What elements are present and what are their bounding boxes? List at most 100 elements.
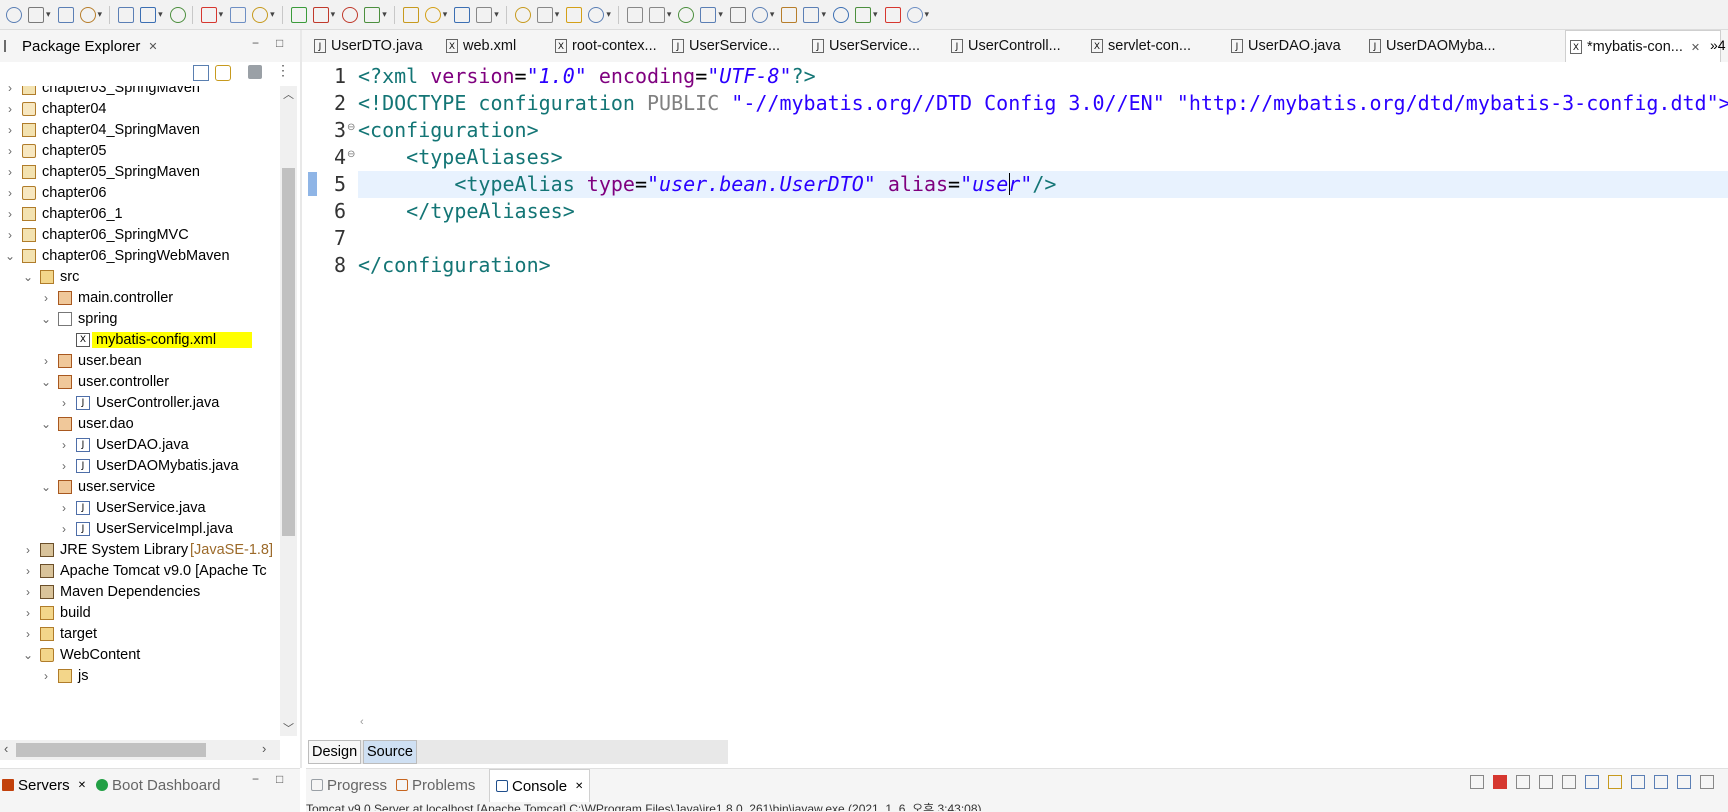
chevron-down-icon[interactable]: ▾ [667, 9, 672, 20]
expand-chevron-icon[interactable]: ⌄ [4, 249, 16, 263]
tree-item[interactable]: › chapter06 [0, 181, 278, 204]
collapse-chevron-icon[interactable]: › [4, 207, 16, 221]
tree-horizontal-scroll-thumb[interactable] [16, 743, 206, 757]
chevron-down-icon[interactable]: ▾ [270, 9, 275, 20]
scroll-up-icon[interactable]: ︿ [283, 86, 294, 102]
chevron-down-icon[interactable]: ▾ [718, 9, 723, 20]
toolbar-icon[interactable] [28, 6, 44, 23]
expand-chevron-icon[interactable]: ⌄ [40, 375, 52, 389]
toolbar-icon[interactable] [140, 6, 157, 23]
scroll-down-icon[interactable]: ﹀ [283, 720, 294, 736]
collapse-chevron-icon[interactable]: › [22, 564, 34, 578]
view-tab[interactable]: Progress [311, 769, 387, 801]
toolbar-icon[interactable] [402, 6, 419, 23]
toolbar-icon[interactable] [454, 6, 471, 23]
tree-item[interactable]: › J UserController.java [0, 391, 278, 414]
editor-tab[interactable]: Xroot-contex... [551, 30, 685, 62]
toolbar-icon[interactable] [588, 6, 605, 23]
tree-item[interactable]: › J UserDAOMybatis.java [0, 454, 278, 477]
toolbar-icon[interactable] [342, 6, 359, 23]
tree-item[interactable]: › J UserService.java [0, 496, 278, 519]
tree-item[interactable]: ⌄ user.service [0, 475, 278, 498]
editor-tab[interactable]: J UserControll... [947, 30, 1081, 62]
code-line-5[interactable]: <typeAlias type="user.bean.UserDTO" alia… [358, 172, 1056, 196]
collapse-chevron-icon[interactable]: › [4, 228, 16, 242]
console-toolbar-icon[interactable] [1585, 775, 1599, 789]
console-toolbar-icon[interactable] [1677, 775, 1691, 789]
tree-item[interactable]: Xmybatis-config.xml [0, 328, 278, 351]
minimize-icon[interactable]: − [252, 36, 259, 50]
maximize-icon[interactable]: □ [276, 36, 283, 50]
code-line-6[interactable]: </typeAliases> [358, 199, 575, 223]
toolbar-icon[interactable] [200, 6, 217, 23]
close-icon[interactable]: ✕ [78, 780, 86, 791]
view-tab[interactable]: Problems [396, 769, 475, 801]
tree-item[interactable]: ⌄ WebContent [0, 643, 278, 666]
tree-item[interactable]: › JRE System Library [JavaSE-1.8] [0, 538, 278, 561]
chevron-down-icon[interactable]: ▾ [494, 9, 499, 20]
collapse-chevron-icon[interactable]: › [4, 186, 16, 200]
console-toolbar-icon[interactable] [1608, 775, 1622, 789]
toolbar-icon[interactable] [729, 6, 746, 23]
tree-item[interactable]: › chapter06_1 [0, 202, 278, 225]
toolbar-icon[interactable] [700, 6, 717, 23]
filters-icon[interactable] [248, 65, 262, 79]
code-line-2[interactable]: <!DOCTYPE configuration PUBLIC "-//mybat… [358, 91, 1728, 115]
scroll-right-icon[interactable]: › [262, 741, 266, 756]
design-tab[interactable]: Design [308, 740, 362, 764]
console-toolbar-icon[interactable] [1700, 775, 1714, 789]
editor-tab[interactable]: Xservlet-con... [1087, 30, 1221, 62]
tree-item[interactable]: › J UserServiceImpl.java [0, 517, 278, 540]
tree-item[interactable]: ⌄ user.dao [0, 412, 278, 435]
toolbar-icon[interactable] [751, 6, 768, 23]
console-toolbar-icon[interactable] [1470, 775, 1484, 789]
collapse-chevron-icon[interactable]: › [4, 123, 16, 137]
collapse-all-icon[interactable] [193, 65, 209, 81]
collapse-chevron-icon[interactable]: › [4, 102, 16, 116]
expand-chevron-icon[interactable]: ⌄ [22, 648, 34, 662]
collapse-chevron-icon[interactable]: › [22, 606, 34, 620]
console-toolbar-icon[interactable] [1539, 775, 1553, 789]
tree-item[interactable]: ⌄ spring [0, 307, 278, 330]
editor-tab[interactable]: J UserDTO.java [310, 30, 444, 62]
console-toolbar-icon[interactable] [1562, 775, 1576, 789]
collapse-chevron-icon[interactable]: › [58, 438, 70, 452]
toolbar-icon[interactable] [290, 6, 307, 23]
toolbar-icon[interactable] [169, 6, 186, 23]
collapse-chevron-icon[interactable]: › [4, 165, 16, 179]
tree-item[interactable]: › chapter05_SpringMaven [0, 160, 278, 183]
toolbar-icon[interactable] [781, 6, 798, 23]
code-line-4[interactable]: <typeAliases> [358, 145, 563, 169]
editor-overflow-chevron[interactable]: »4 [1710, 37, 1726, 53]
source-tab[interactable]: Source [363, 740, 417, 764]
tree-item[interactable]: › chapter04 [0, 97, 278, 120]
toolbar-icon[interactable] [648, 6, 665, 23]
editor-tab[interactable]: J UserService... [808, 30, 942, 62]
tree-item[interactable]: › main.controller [0, 286, 278, 309]
expand-chevron-icon[interactable]: ⌄ [40, 417, 52, 431]
collapse-chevron-icon[interactable]: › [40, 354, 52, 368]
tree-item[interactable]: › Maven Dependencies [0, 580, 278, 603]
editor-tab[interactable]: X *mybatis-con... ✕ [1565, 30, 1721, 63]
chevron-down-icon[interactable]: ▾ [331, 9, 336, 20]
toolbar-icon[interactable] [312, 6, 329, 23]
chevron-down-icon[interactable]: ▾ [382, 9, 387, 20]
fold-toggle-icon[interactable]: ⊖ [347, 149, 355, 160]
scroll-left-icon[interactable]: ‹ [4, 741, 8, 756]
toolbar-icon[interactable] [536, 6, 553, 23]
tree-vertical-scroll-thumb[interactable] [282, 168, 295, 536]
collapse-chevron-icon[interactable]: › [58, 396, 70, 410]
close-icon[interactable]: ✕ [148, 40, 157, 53]
console-toolbar-icon[interactable] [1631, 775, 1645, 789]
tree-item[interactable]: › chapter04_SpringMaven [0, 118, 278, 141]
view-tab[interactable]: Console ✕ [489, 769, 591, 802]
toolbar-icon[interactable] [854, 6, 871, 23]
toolbar-icon[interactable] [884, 6, 901, 23]
tree-item[interactable]: › Apache Tomcat v9.0 [Apache Tc [0, 559, 278, 582]
collapse-chevron-icon[interactable]: › [4, 86, 16, 95]
chevron-down-icon[interactable]: ▾ [606, 9, 611, 20]
close-icon[interactable]: ✕ [575, 781, 583, 792]
toolbar-icon[interactable] [252, 6, 269, 23]
toolbar-icon[interactable] [566, 6, 583, 23]
console-toolbar-icon[interactable] [1654, 775, 1668, 789]
